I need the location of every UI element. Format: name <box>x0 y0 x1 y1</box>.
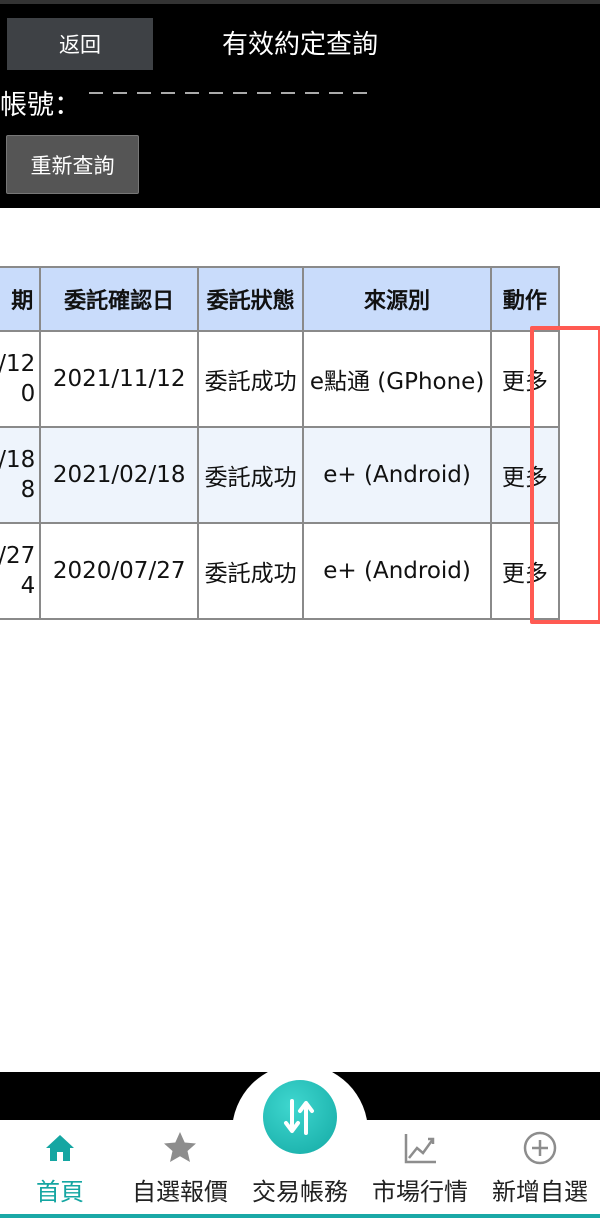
back-button[interactable]: 返回 <box>7 18 153 70</box>
source-cell: e+ (Android) <box>302 426 492 524</box>
confirm-date-cell: 2021/02/18 <box>39 426 200 524</box>
account-row: 帳號： <box>0 88 379 124</box>
confirm-date-cell: 2021/11/12 <box>39 330 200 428</box>
column-header-source: 來源別 <box>302 266 492 332</box>
date-cell: /27 4 <box>0 522 42 620</box>
star-icon <box>160 1128 200 1168</box>
status-cell: 委託成功 <box>197 330 305 428</box>
tab-market[interactable]: 市場行情 <box>360 1120 480 1218</box>
date-top: /27 <box>0 543 36 569</box>
requery-button[interactable]: 重新查詢 <box>6 135 139 194</box>
tab-label: 市場行情 <box>372 1178 468 1206</box>
plus-circle-icon <box>520 1128 560 1168</box>
column-header-action: 動作 <box>489 266 561 332</box>
home-icon <box>40 1128 80 1168</box>
tab-label: 交易帳務 <box>252 1178 348 1206</box>
status-cell: 委託成功 <box>197 426 305 524</box>
table-row: /27 4 2020/07/27 委託成功 e+ (Android) 更多 <box>0 522 561 620</box>
confirm-date-cell: 2020/07/27 <box>39 522 200 620</box>
date-top: /18 <box>0 447 36 473</box>
account-label: 帳號： <box>0 90 81 121</box>
header: 返回 有效約定查詢 帳號： 重新查詢 <box>0 0 600 208</box>
column-header-confirm-date: 委託確認日 <box>39 266 200 332</box>
status-cell: 委託成功 <box>197 522 305 620</box>
tab-label: 自選報價 <box>132 1178 228 1206</box>
account-number-masked <box>89 88 379 124</box>
results-table-container: 期 委託確認日 委託狀態 來源別 動作 /12 0 2021/11/12 委託成… <box>0 266 600 620</box>
tab-trading[interactable]: 交易帳務 <box>240 1120 360 1218</box>
action-column-highlight <box>530 326 600 624</box>
tab-label: 首頁 <box>36 1178 84 1206</box>
table-row: /18 8 2021/02/18 委託成功 e+ (Android) 更多 <box>0 426 561 524</box>
date-bottom: 4 <box>20 573 36 599</box>
date-top: /12 <box>0 351 36 377</box>
chart-icon <box>400 1128 440 1168</box>
source-cell: e+ (Android) <box>302 522 492 620</box>
tab-label: 新增自選 <box>492 1178 588 1206</box>
tab-home[interactable]: 首頁 <box>0 1120 120 1218</box>
page-title: 有效約定查詢 <box>221 30 378 60</box>
status-strip <box>0 0 600 4</box>
results-table: 期 委託確認日 委託狀態 來源別 動作 /12 0 2021/11/12 委託成… <box>0 266 561 620</box>
table-row: /12 0 2021/11/12 委託成功 e點通 (GPhone) 更多 <box>0 330 561 428</box>
date-bottom: 0 <box>20 381 36 407</box>
table-header-row: 期 委託確認日 委託狀態 來源別 動作 <box>0 266 561 332</box>
date-cell: /18 8 <box>0 426 42 524</box>
tab-watchlist[interactable]: 自選報價 <box>120 1120 240 1218</box>
date-bottom: 8 <box>20 477 36 503</box>
source-cell: e點通 (GPhone) <box>302 330 492 428</box>
tab-add-watchlist[interactable]: 新增自選 <box>480 1120 600 1218</box>
column-header-status: 委託狀態 <box>197 266 305 332</box>
date-cell: /12 0 <box>0 330 42 428</box>
column-header-date: 期 <box>0 266 42 332</box>
